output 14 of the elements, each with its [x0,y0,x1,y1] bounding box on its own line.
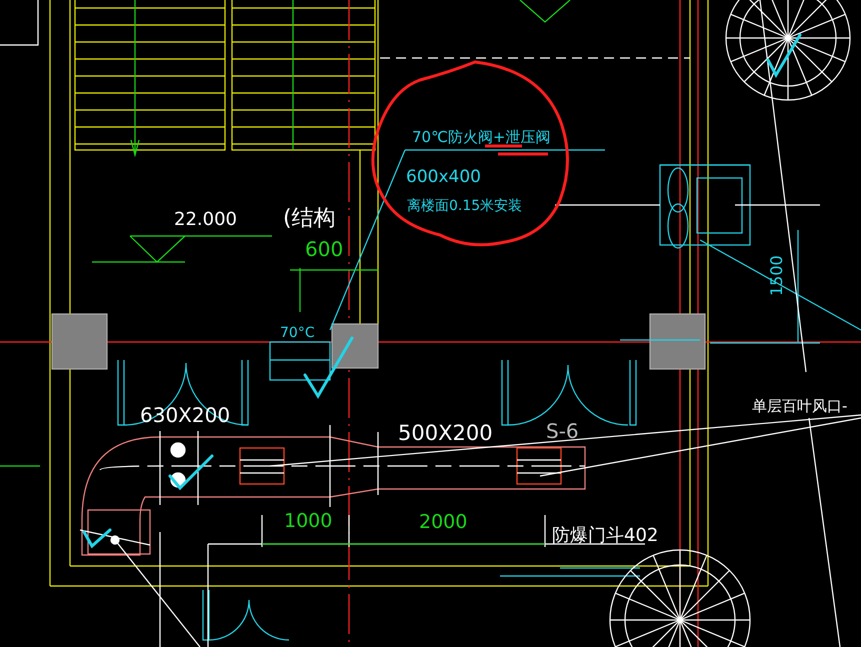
drawing-label: 2000 [419,511,468,533]
drawing-label: 离楼面0.15米安装 [407,198,522,214]
drawing-label: 70℃防火阀+泄压阀 [412,128,551,146]
drawing-label: S-6 [546,419,579,443]
drawing-label: 防爆门斗402 [552,525,658,546]
drawing-label: 1500 [767,255,786,296]
drawing-label: 单层百叶风口- [752,397,848,415]
drawing-label: 600x400 [406,167,481,187]
drawing-label: 500X200 [398,421,493,445]
drawing-label: 1000 [284,510,332,532]
drawing-label: 22.000 [174,209,237,230]
drawing-label: 70°C [280,325,315,341]
drawing-label: 600 [305,237,344,261]
drawing-label: (结构 [283,206,336,231]
